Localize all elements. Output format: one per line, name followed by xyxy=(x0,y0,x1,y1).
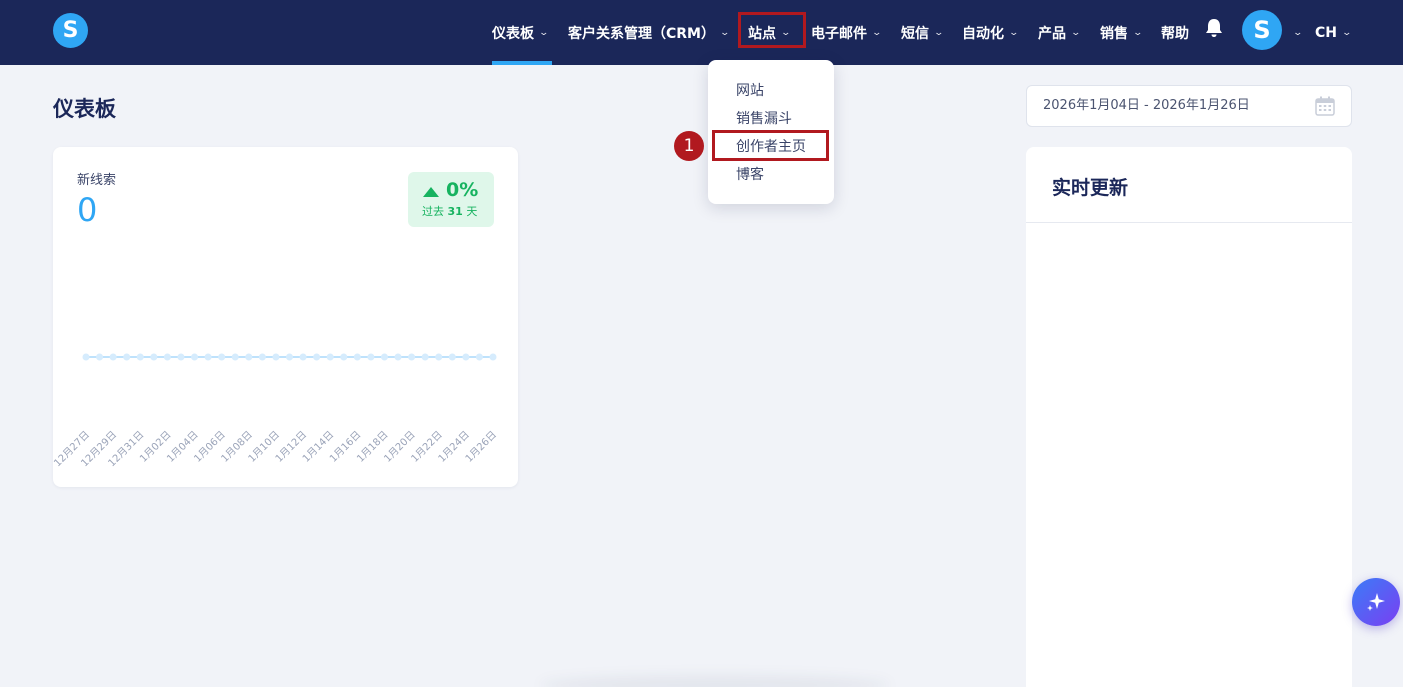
chevron-down-icon: ⌄ xyxy=(1341,27,1353,38)
data-point[interactable] xyxy=(462,353,470,361)
ai-assistant-button[interactable] xyxy=(1352,578,1400,626)
menu-item-blog[interactable]: 博客 xyxy=(736,164,764,184)
data-point[interactable] xyxy=(96,353,104,361)
menu-item-website[interactable]: 网站 xyxy=(736,80,764,100)
data-point[interactable] xyxy=(489,353,497,361)
data-point[interactable] xyxy=(123,353,131,361)
data-point[interactable] xyxy=(475,353,483,361)
new-leads-card: 新线索 0 0% 过去 31 天 12月27日 12月29日 12月31日 1月02日… xyxy=(53,147,518,487)
user-avatar[interactable]: S xyxy=(1242,10,1282,50)
chevron-down-icon: ⌄ xyxy=(1292,27,1304,38)
data-point[interactable] xyxy=(218,353,226,361)
highlight-nav-sites xyxy=(738,12,806,48)
sparkle-icon xyxy=(1367,593,1385,611)
highlight-creator-page xyxy=(712,130,829,161)
nav-automation[interactable]: 自动化 ⌄ xyxy=(962,0,1020,65)
data-point[interactable] xyxy=(421,353,429,361)
nav-products[interactable]: 产品 ⌄ xyxy=(1038,0,1082,65)
data-point[interactable] xyxy=(136,353,144,361)
data-point[interactable] xyxy=(272,353,280,361)
data-point[interactable] xyxy=(448,353,456,361)
top-navbar: S 仪表板 ⌄ 客户关系管理（CRM） ⌄ 站点 ⌄ 电子邮件 ⌄ 短信 ⌄ 自动化 ⌄ 产… xyxy=(0,0,1403,65)
data-point[interactable] xyxy=(231,353,239,361)
menu-item-sales-funnel[interactable]: 销售漏斗 xyxy=(736,108,792,128)
data-point[interactable] xyxy=(435,353,443,361)
data-point[interactable] xyxy=(245,353,253,361)
date-range-picker[interactable]: 2026年1月04日 - 2026年1月26日 xyxy=(1026,85,1352,127)
data-point[interactable] xyxy=(367,353,375,361)
nav-crm[interactable]: 客户关系管理（CRM） ⌄ xyxy=(568,0,731,65)
data-point[interactable] xyxy=(258,353,266,361)
data-point[interactable] xyxy=(394,353,402,361)
divider xyxy=(1026,222,1352,223)
nav-sales[interactable]: 销售 ⌄ xyxy=(1100,0,1144,65)
nav-sales-label: 销售 xyxy=(1100,25,1128,42)
nav-email[interactable]: 电子邮件 ⌄ xyxy=(811,0,883,65)
date-range-value: 2026年1月04日 - 2026年1月26日 xyxy=(1043,98,1250,113)
data-point[interactable] xyxy=(380,353,388,361)
new-leads-chart: 12月27日12月29日12月31日1月02日1月04日1月06日1月08日1月… xyxy=(53,353,499,469)
nav-email-label: 电子邮件 xyxy=(811,25,867,42)
nav-crm-label: 客户关系管理（CRM） xyxy=(568,25,715,42)
nav-sms[interactable]: 短信 ⌄ xyxy=(901,0,945,65)
data-point[interactable] xyxy=(109,353,117,361)
nav-dashboard-label: 仪表板 xyxy=(492,25,534,42)
data-point[interactable] xyxy=(340,353,348,361)
language-selector[interactable]: CH ⌄ xyxy=(1315,0,1353,65)
data-point[interactable] xyxy=(299,353,307,361)
live-updates-panel: 实时更新 xyxy=(1026,147,1352,687)
app-logo[interactable]: S xyxy=(53,13,88,48)
nav-help[interactable]: 帮助 xyxy=(1161,0,1189,65)
chevron-down-icon: ⌄ xyxy=(933,27,945,38)
nav-dashboard[interactable]: 仪表板 ⌄ xyxy=(492,0,550,65)
data-point[interactable] xyxy=(191,353,199,361)
bottom-shadow xyxy=(540,675,890,687)
chevron-down-icon: ⌄ xyxy=(719,27,731,38)
step-number-badge: 1 xyxy=(674,131,704,161)
nav-automation-label: 自动化 xyxy=(962,25,1004,42)
data-point[interactable] xyxy=(204,353,212,361)
chevron-down-icon: ⌄ xyxy=(538,27,550,38)
data-point[interactable] xyxy=(82,353,90,361)
live-updates-title: 实时更新 xyxy=(1052,177,1129,199)
data-point[interactable] xyxy=(313,353,321,361)
nav-products-label: 产品 xyxy=(1038,25,1066,42)
nav-sms-label: 短信 xyxy=(901,25,929,42)
avatar-menu-toggle[interactable]: ⌄ xyxy=(1288,0,1304,65)
language-label: CH xyxy=(1315,24,1337,41)
chevron-down-icon: ⌄ xyxy=(1132,27,1144,38)
data-point[interactable] xyxy=(150,353,158,361)
data-point[interactable] xyxy=(177,353,185,361)
chevron-down-icon: ⌄ xyxy=(1008,27,1020,38)
data-point[interactable] xyxy=(326,353,334,361)
data-point[interactable] xyxy=(286,353,293,361)
nav-help-label: 帮助 xyxy=(1161,25,1189,42)
calendar-icon xyxy=(1315,96,1335,116)
page-title: 仪表板 xyxy=(53,97,116,121)
data-point[interactable] xyxy=(408,353,416,361)
chevron-down-icon: ⌄ xyxy=(871,27,883,38)
data-point[interactable] xyxy=(163,353,171,361)
chevron-down-icon: ⌄ xyxy=(1070,27,1082,38)
nav-active-indicator xyxy=(492,61,552,65)
data-point[interactable] xyxy=(353,353,361,361)
bell-icon[interactable] xyxy=(1205,18,1223,38)
